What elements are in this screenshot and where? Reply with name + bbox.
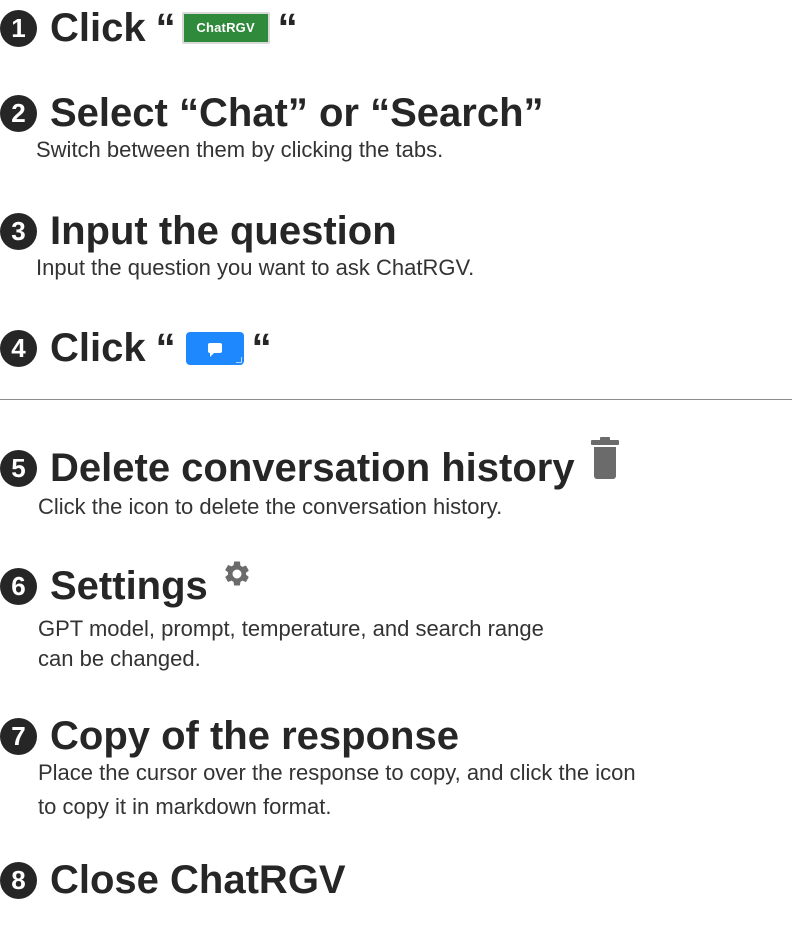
step-7-description-line-1: Place the cursor over the response to co… [38, 760, 636, 785]
step-6-title: Settings [50, 564, 208, 608]
step-5: 5 Delete conversation history Click the … [0, 437, 619, 522]
step-3-description: Input the question you want to ask ChatR… [36, 255, 475, 280]
step-2: 2 Select “Chat” or “Search” Switch betwe… [0, 91, 544, 165]
step-6-heading: 6 Settings [0, 561, 544, 608]
step-4: 4 Click “ “ [0, 326, 274, 370]
step-7-title: Copy of the response [50, 714, 459, 758]
step-4-heading: 4 Click “ “ [0, 326, 274, 370]
close-quote: “ [277, 6, 298, 50]
step-5-title: Delete conversation history [50, 446, 575, 490]
step-7: 7 Copy of the response Place the cursor … [0, 714, 636, 822]
step-number-8: 8 [0, 861, 37, 899]
step-5-description: Click the icon to delete the conversatio… [38, 494, 503, 519]
step-1-heading: 1 Click “ ChatRGV “ [0, 6, 300, 50]
step-number-2: 2 [0, 94, 37, 132]
section-divider [0, 399, 792, 400]
step-2-description: Switch between them by clicking the tabs… [36, 137, 444, 162]
open-quote: “ [155, 326, 176, 370]
step-6: 6 Settings GPT model, prompt, temperatur… [0, 561, 544, 674]
step-4-title: Click [50, 326, 146, 370]
step-2-heading: 2 Select “Chat” or “Search” [0, 91, 544, 135]
chat-bubble-icon [207, 343, 222, 357]
step-2-title: Select “Chat” or “Search” [50, 91, 544, 135]
step-1: 1 Click “ ChatRGV “ [0, 6, 300, 50]
step-6-description-line-1: GPT model, prompt, temperature, and sear… [38, 616, 544, 641]
step-5-heading: 5 Delete conversation history [0, 437, 619, 490]
step-number-4: 4 [0, 329, 37, 367]
step-3-title: Input the question [50, 209, 397, 253]
step-3: 3 Input the question Input the question … [0, 209, 474, 283]
step-1-title: Click [50, 6, 146, 50]
close-quote: “ [251, 326, 272, 370]
step-7-description-line-2: to copy it in markdown format. [38, 794, 332, 819]
step-3-heading: 3 Input the question [0, 209, 474, 253]
step-8: 8 Close ChatRGV [0, 858, 346, 902]
step-number-6: 6 [0, 567, 37, 605]
step-number-7: 7 [0, 717, 37, 755]
step-8-title: Close ChatRGV [50, 858, 346, 902]
trash-icon [590, 437, 619, 482]
chat-send-icon[interactable] [185, 331, 244, 365]
step-8-heading: 8 Close ChatRGV [0, 858, 346, 902]
step-number-5: 5 [0, 449, 37, 487]
open-quote: “ [155, 6, 176, 50]
step-7-heading: 7 Copy of the response [0, 714, 636, 758]
step-number-1: 1 [0, 9, 37, 47]
chatrgv-button[interactable]: ChatRGV [181, 12, 270, 44]
step-number-3: 3 [0, 212, 37, 250]
gear-icon [222, 554, 252, 598]
step-6-description-line-2: can be changed. [38, 646, 201, 671]
